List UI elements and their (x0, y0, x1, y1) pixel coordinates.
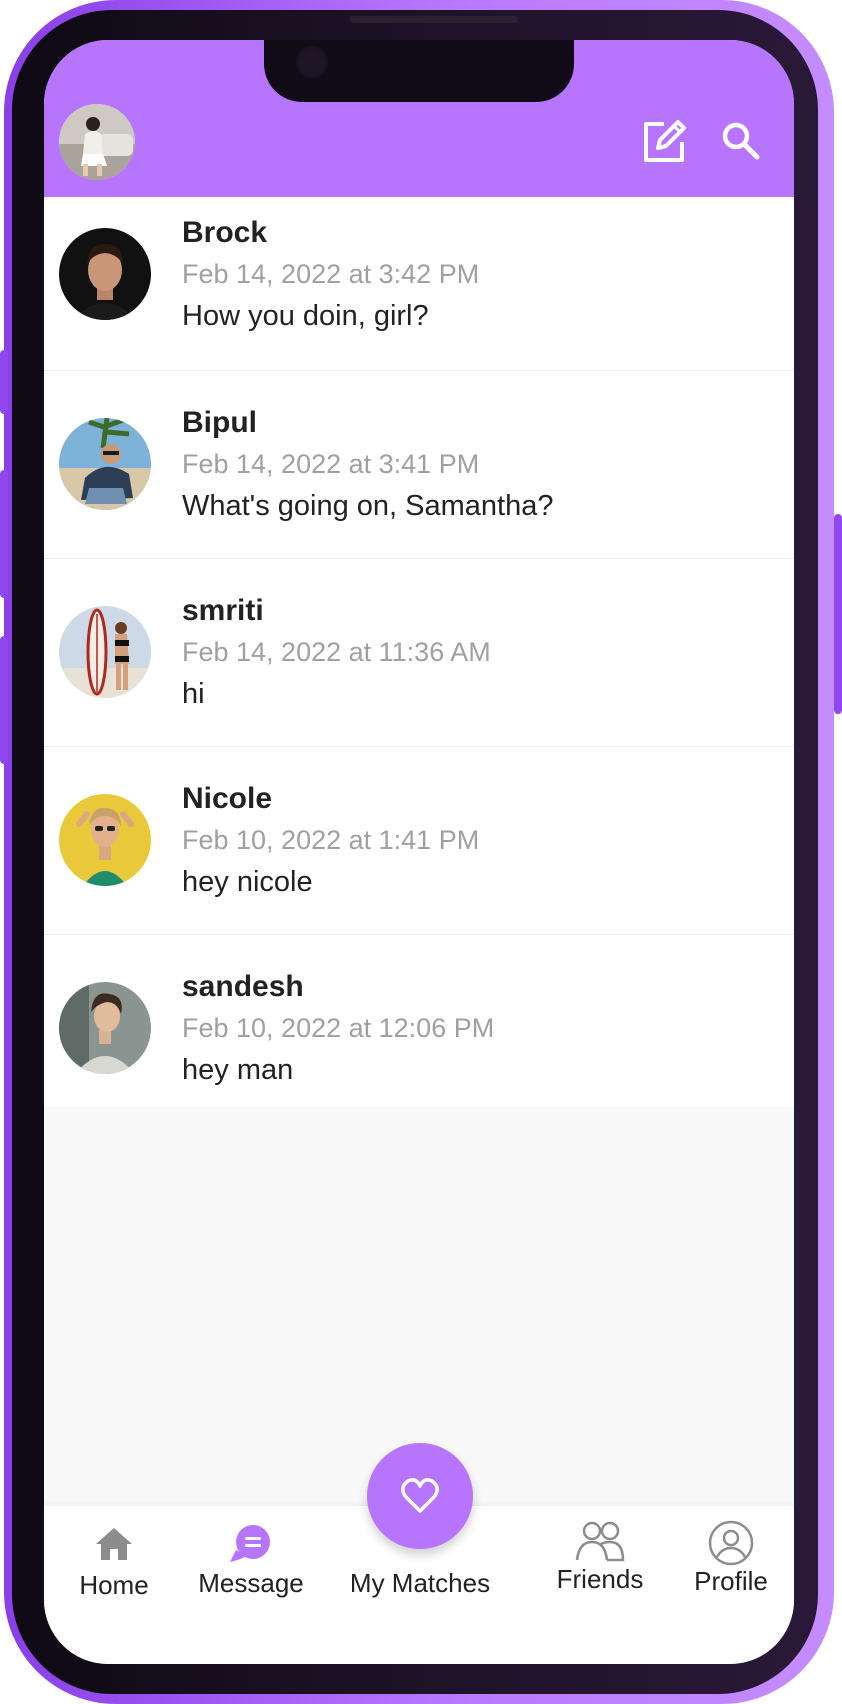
contact-name: smriti (182, 594, 264, 627)
message-preview: hi (182, 678, 205, 710)
message-timestamp: Feb 10, 2022 at 12:06 PM (182, 1013, 495, 1043)
app-screen: Brock Feb 14, 2022 at 3:42 PM How you do… (44, 40, 794, 1664)
contact-name: Brock (182, 216, 268, 249)
front-camera (294, 44, 330, 80)
home-icon (96, 1528, 132, 1560)
conversation-row[interactable]: Bipul Feb 14, 2022 at 3:41 PM What's goi… (44, 371, 794, 559)
profile-icon (708, 1520, 754, 1566)
conversation-row[interactable]: Nicole Feb 10, 2022 at 1:41 PM hey nicol… (44, 747, 794, 935)
message-preview: What's going on, Samantha? (182, 490, 554, 522)
message-timestamp: Feb 14, 2022 at 3:42 PM (182, 259, 480, 289)
message-preview: hey man (182, 1054, 294, 1086)
message-timestamp: Feb 14, 2022 at 3:41 PM (182, 449, 480, 479)
heart-icon (401, 1478, 439, 1513)
conversation-list: Brock Feb 14, 2022 at 3:42 PM How you do… (44, 197, 794, 1107)
volume-down-button (0, 470, 8, 598)
tab-friends-label: Friends (556, 1564, 644, 1594)
contact-avatar (59, 794, 151, 886)
tab-profile[interactable]: Profile (686, 1520, 776, 1597)
mute-switch (0, 636, 8, 764)
search-icon[interactable] (720, 120, 762, 162)
tab-my-matches[interactable]: My Matches (340, 1568, 500, 1599)
volume-up-button (0, 350, 8, 414)
contact-avatar (59, 418, 151, 510)
tab-matches-label: My Matches (349, 1568, 491, 1598)
conversation-row[interactable]: Brock Feb 14, 2022 at 3:42 PM How you do… (44, 197, 794, 371)
edit-icon[interactable] (640, 118, 688, 166)
message-preview: How you doin, girl? (182, 300, 429, 332)
my-matches-button[interactable] (367, 1443, 473, 1549)
tab-friends[interactable]: Friends (550, 1520, 650, 1595)
message-icon (230, 1525, 270, 1562)
friends-icon (575, 1521, 625, 1562)
conversation-row[interactable]: sandesh Feb 10, 2022 at 12:06 PM hey man (44, 935, 794, 1107)
camera-notch (264, 40, 574, 102)
header-avatar[interactable] (59, 104, 135, 180)
speaker-grille (350, 16, 518, 23)
contact-name: sandesh (182, 970, 304, 1003)
contact-name: Nicole (182, 782, 273, 815)
user-avatar-image (59, 104, 135, 180)
contact-avatar (59, 982, 151, 1074)
tab-home-label: Home (79, 1570, 149, 1600)
message-timestamp: Feb 10, 2022 at 1:41 PM (182, 825, 480, 855)
power-button (834, 514, 842, 714)
contact-avatar (59, 606, 151, 698)
contact-name: Bipul (182, 406, 257, 439)
contact-avatar (59, 228, 151, 320)
conversation-row[interactable]: smriti Feb 14, 2022 at 11:36 AM hi (44, 559, 794, 747)
tab-home[interactable]: Home (64, 1526, 164, 1601)
tab-message[interactable]: Message (191, 1522, 311, 1599)
tab-message-label: Message (198, 1568, 304, 1598)
message-preview: hey nicole (182, 866, 313, 898)
message-timestamp: Feb 14, 2022 at 11:36 AM (182, 637, 491, 667)
tab-profile-label: Profile (694, 1566, 768, 1596)
